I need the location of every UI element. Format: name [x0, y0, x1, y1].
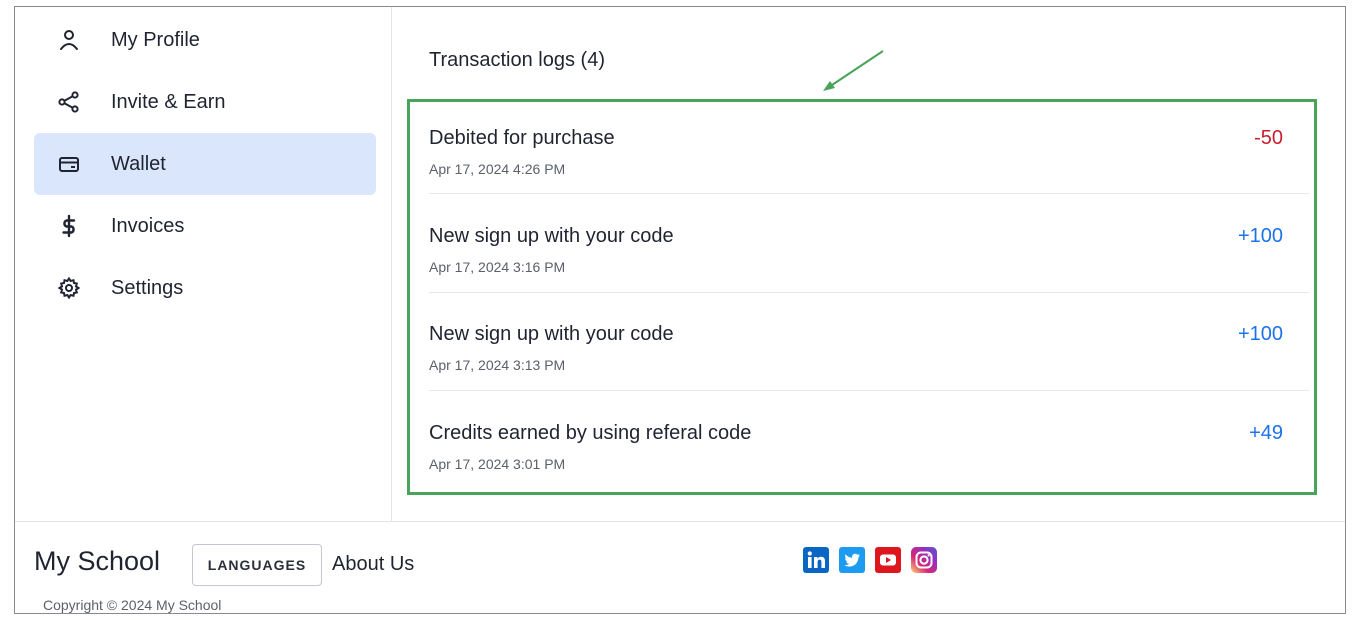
- languages-button[interactable]: LANGUAGES: [192, 544, 322, 586]
- social-links: [803, 547, 937, 573]
- transaction-title: Debited for purchase: [429, 127, 615, 149]
- divider: [429, 193, 1309, 194]
- transaction-title: Credits earned by using referal code: [429, 422, 752, 444]
- transaction-row[interactable]: Debited for purchase Apr 17, 2024 4:26 P…: [429, 113, 1309, 211]
- sidebar-item-label: My Profile: [111, 28, 200, 51]
- sidebar-item-my-profile[interactable]: My Profile: [34, 9, 376, 71]
- user-icon: [56, 27, 82, 53]
- youtube-icon[interactable]: [875, 547, 901, 573]
- divider: [429, 292, 1309, 293]
- brand-name[interactable]: My School: [34, 546, 160, 577]
- share-icon: [56, 89, 82, 115]
- sidebar-item-invoices[interactable]: Invoices: [34, 195, 376, 257]
- wallet-panel: Transaction logs (4) Debited for purchas…: [393, 7, 1345, 521]
- transaction-amount: +49: [1249, 422, 1283, 444]
- annotation-arrow-icon: [823, 50, 884, 91]
- sidebar: My Profile Invite & Earn Wallet Invoices: [15, 7, 392, 521]
- sidebar-item-invite-earn[interactable]: Invite & Earn: [34, 71, 376, 133]
- transaction-title: New sign up with your code: [429, 323, 674, 345]
- twitter-icon[interactable]: [839, 547, 865, 573]
- sidebar-item-wallet[interactable]: Wallet: [34, 133, 376, 195]
- dollar-icon: [56, 213, 82, 239]
- gear-icon: [56, 275, 82, 301]
- transaction-amount: +100: [1237, 323, 1283, 345]
- transaction-row[interactable]: New sign up with your code Apr 17, 2024 …: [429, 309, 1309, 407]
- wallet-icon: [56, 151, 82, 177]
- transaction-date: Apr 17, 2024 3:01 PM: [429, 456, 566, 472]
- transaction-row[interactable]: New sign up with your code Apr 17, 2024 …: [429, 211, 1309, 309]
- transaction-logs-title: Transaction logs (4): [429, 49, 605, 71]
- sidebar-item-label: Settings: [111, 276, 184, 299]
- transaction-date: Apr 17, 2024 3:13 PM: [429, 357, 566, 373]
- linkedin-icon[interactable]: [803, 547, 829, 573]
- sidebar-item-label: Wallet: [111, 152, 166, 175]
- copyright-text: Copyright © 2024 My School: [43, 597, 222, 613]
- transaction-row[interactable]: Credits earned by using referal code Apr…: [429, 408, 1309, 506]
- transaction-date: Apr 17, 2024 4:26 PM: [429, 161, 566, 177]
- transaction-amount: +100: [1237, 225, 1283, 247]
- divider: [429, 390, 1309, 391]
- sidebar-item-label: Invoices: [111, 214, 185, 237]
- app-window: My Profile Invite & Earn Wallet Invoices: [14, 6, 1346, 614]
- transaction-amount: -50: [1254, 127, 1283, 149]
- footer: My School LANGUAGES About Us Copyright ©…: [15, 521, 1345, 615]
- sidebar-item-label: Invite & Earn: [111, 90, 226, 113]
- about-us-link[interactable]: About Us: [332, 553, 414, 576]
- instagram-icon[interactable]: [911, 547, 937, 573]
- transaction-title: New sign up with your code: [429, 225, 674, 247]
- transaction-date: Apr 17, 2024 3:16 PM: [429, 259, 566, 275]
- sidebar-item-settings[interactable]: Settings: [34, 257, 376, 319]
